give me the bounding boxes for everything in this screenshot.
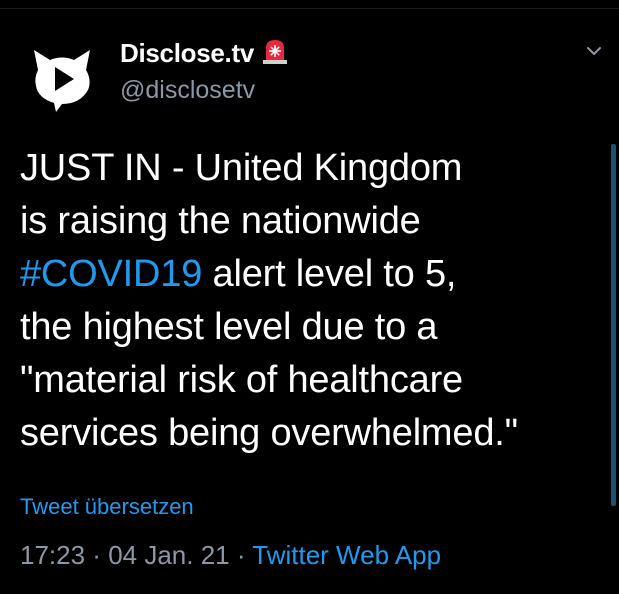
tweet-text: JUST IN - United Kingdom is raising the … xyxy=(20,142,600,460)
tweet-line: JUST IN - United Kingdom xyxy=(20,147,463,189)
avatar[interactable] xyxy=(26,42,98,114)
tweet-line-rest: alert level to 5, xyxy=(212,253,457,295)
scrollbar[interactable] xyxy=(611,144,616,506)
tweet-meta: 17:23 · 04 Jan. 21 · Twitter Web App xyxy=(20,540,441,571)
display-name[interactable]: Disclose.tv xyxy=(120,38,254,69)
tweet-line: "material risk of healthcare xyxy=(20,359,463,401)
meta-separator: · xyxy=(85,540,109,570)
display-name-row: Disclose.tv xyxy=(120,36,290,70)
siren-icon xyxy=(263,40,287,64)
tweet-date[interactable]: 04 Jan. 21 xyxy=(108,540,229,570)
tweet-time[interactable]: 17:23 xyxy=(20,540,85,570)
hashtag-link[interactable]: #COVID19 xyxy=(20,253,202,295)
meta-separator: · xyxy=(229,540,253,570)
translate-tweet-link[interactable]: Tweet übersetzen xyxy=(20,494,194,520)
tweet-line: is raising the nationwide xyxy=(20,200,421,242)
tweet-line: #COVID19 alert level to 5, xyxy=(20,248,600,301)
top-divider xyxy=(0,0,619,9)
tweet-line: services being overwhelmed." xyxy=(20,412,518,454)
tweet-source-link[interactable]: Twitter Web App xyxy=(252,540,441,570)
tweet-author[interactable]: Disclose.tv @disclosetv xyxy=(120,36,290,105)
tweet-line: the highest level due to a xyxy=(20,306,438,348)
chevron-down-icon[interactable] xyxy=(583,40,605,62)
author-handle[interactable]: @disclosetv xyxy=(120,76,290,105)
